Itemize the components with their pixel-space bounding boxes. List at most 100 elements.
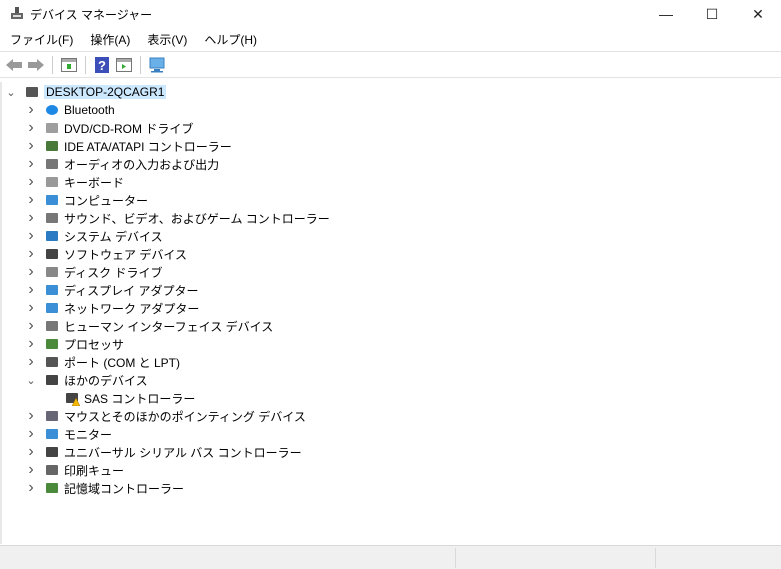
tree-item-label: ユニバーサル シリアル バス コントローラー [64,445,302,460]
tree-item[interactable]: › サウンド、ビデオ、およびゲーム コントローラー [24,209,330,227]
chevron-right-icon[interactable]: › [24,443,38,461]
tree-item-label: ヒューマン インターフェイス デバイス [64,319,274,334]
chevron-right-icon[interactable]: › [24,155,38,173]
computer-root-icon [24,84,40,100]
tree-item[interactable]: › ポート (COM と LPT) [24,353,180,371]
device-manager-icon [10,7,24,21]
mouse-icon [44,408,60,424]
tree-item-label: ディスク ドライブ [64,265,163,280]
tree-item[interactable]: › ディスプレイ アダプター [24,281,198,299]
chevron-right-icon[interactable]: › [24,191,38,209]
chevron-right-icon[interactable]: › [24,173,38,191]
monitor-icon [44,426,60,442]
menu-help[interactable]: ヘルプ(H) [194,30,264,50]
system-device-icon [44,228,60,244]
scan-hardware-icon[interactable] [148,56,166,74]
chevron-right-icon[interactable]: › [24,425,38,443]
tree-item-label: キーボード [64,175,125,190]
tree-item[interactable]: › マウスとそのほかのポインティング デバイス [24,407,306,425]
back-icon[interactable] [5,56,23,74]
tree-item[interactable]: › IDE ATA/ATAPI コントローラー [24,137,231,155]
menu-action[interactable]: 操作(A) [80,30,137,50]
tree-item-label: Bluetooth [64,103,115,117]
processor-icon [44,336,60,352]
chevron-right-icon[interactable]: › [24,119,38,137]
forward-icon[interactable] [27,56,45,74]
tree-item-label: サウンド、ビデオ、およびゲーム コントローラー [64,211,330,226]
update-driver-icon[interactable] [115,56,133,74]
tree-item-label: ソフトウェア デバイス [64,247,187,262]
tree-item[interactable]: › Bluetooth [24,101,115,119]
chevron-right-icon[interactable]: › [24,461,38,479]
menu-view[interactable]: 表示(V) [137,30,194,50]
status-divider [655,548,656,568]
chevron-down-icon[interactable]: ⌄ [24,374,38,387]
tree-item-label: 記憶域コントローラー [64,481,185,496]
chevron-right-icon[interactable]: › [24,353,38,371]
tree-item[interactable]: › DVD/CD-ROM ドライブ [24,119,193,137]
network-adapter-icon [44,300,60,316]
tree-item[interactable]: ⌄ ほかのデバイス [24,371,148,389]
hid-icon [44,318,60,334]
tree-item[interactable]: › ディスク ドライブ [24,263,163,281]
tree-item[interactable]: › モニター [24,425,112,443]
tree-item-label: モニター [64,427,113,442]
chevron-right-icon[interactable]: › [24,263,38,281]
chevron-right-icon[interactable]: › [24,479,38,497]
tree-item-label: DESKTOP-2QCAGR1 [44,85,167,99]
chevron-right-icon[interactable]: › [24,245,38,263]
svg-text:?: ? [98,58,106,73]
other-devices-icon [44,372,60,388]
bluetooth-icon [44,102,60,118]
chevron-right-icon[interactable]: › [24,101,38,119]
speaker-icon [44,156,60,172]
chevron-right-icon[interactable]: › [24,299,38,317]
tree-item[interactable]: › コンピューター [24,191,148,209]
tree-item[interactable]: › キーボード [24,173,124,191]
toolbar-divider [140,55,141,74]
tree-item[interactable]: › システム デバイス [24,227,162,245]
tree-item-label: ネットワーク アダプター [64,301,200,316]
chevron-right-icon[interactable]: › [24,407,38,425]
computer-icon [44,192,60,208]
minimize-button[interactable]: — [643,0,689,28]
chevron-right-icon[interactable]: › [24,209,38,227]
chevron-right-icon[interactable]: › [24,227,38,245]
disk-drive-icon [44,264,60,280]
device-tree[interactable]: ⌄ DESKTOP-2QCAGR1 › Bluetooth › DVD/CD-ROM ドラ… [0,82,781,544]
chevron-right-icon[interactable]: › [24,281,38,299]
tree-item[interactable]: › プロセッサ [24,335,124,353]
tree-item[interactable]: › ネットワーク アダプター [24,299,199,317]
chevron-right-icon[interactable]: › [24,335,38,353]
tree-item[interactable]: › 記憶域コントローラー [24,479,184,497]
tree-item-label: オーディオの入力および出力 [64,157,220,172]
toolbar-divider [52,55,53,74]
tree-item[interactable]: › 印刷キュー [24,461,124,479]
chevron-right-icon[interactable]: › [24,137,38,155]
chevron-right-icon[interactable]: › [24,317,38,335]
tree-root-desktop[interactable]: ⌄ DESKTOP-2QCAGR1 [4,83,167,101]
tree-item-label: 印刷キュー [64,463,125,478]
close-button[interactable]: ✕ [735,0,781,28]
keyboard-icon [44,174,60,190]
chevron-down-icon[interactable]: ⌄ [4,86,18,99]
tree-item[interactable]: › ユニバーサル シリアル バス コントローラー [24,443,302,461]
properties-icon[interactable] [60,56,78,74]
help-icon[interactable]: ? [93,56,111,74]
port-icon [44,354,60,370]
tree-item-label: ポート (COM と LPT) [64,355,180,370]
title-bar: デバイス マネージャー — ☐ ✕ [0,0,781,28]
tree-item-label: ほかのデバイス [64,373,148,388]
tree-item[interactable]: › ヒューマン インターフェイス デバイス [24,317,273,335]
tree-item-label: マウスとそのほかのポインティング デバイス [64,409,306,424]
warning-device-icon [64,390,81,407]
tree-item-label: SAS コントローラー [84,391,196,406]
tree-item-label: コンピューター [64,193,149,208]
tree-child-item[interactable]: SAS コントローラー [44,389,195,407]
software-device-icon [44,246,60,262]
tree-item[interactable]: › オーディオの入力および出力 [24,155,219,173]
printer-icon [44,462,60,478]
tree-item[interactable]: › ソフトウェア デバイス [24,245,187,263]
maximize-button[interactable]: ☐ [689,0,735,28]
menu-file[interactable]: ファイル(F) [0,30,80,50]
